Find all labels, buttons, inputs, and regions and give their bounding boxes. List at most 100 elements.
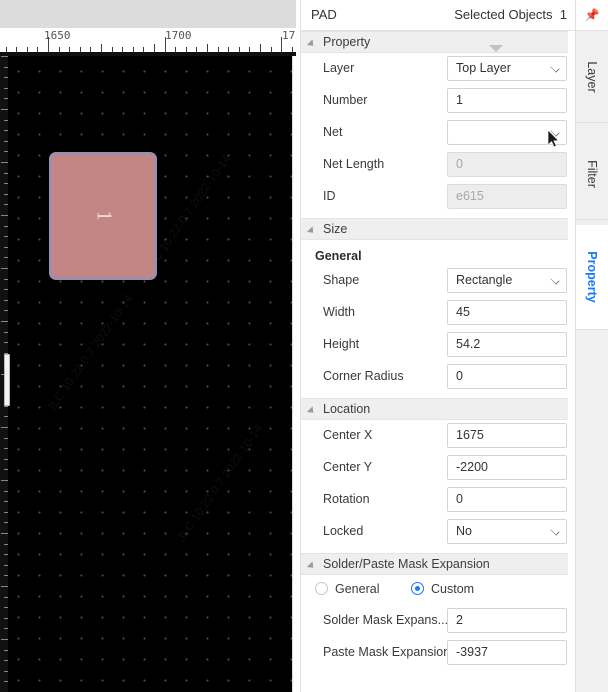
chevron-down-icon	[550, 275, 560, 285]
input-width[interactable]: 45	[447, 300, 567, 325]
field-row: Layer Top Layer	[301, 45, 575, 85]
ruler-tick-vertical	[4, 522, 8, 523]
ruler-tick-vertical	[1, 109, 8, 110]
radio-general[interactable]	[315, 582, 328, 595]
field-row: ID e615	[301, 181, 575, 213]
ruler-tick-vertical	[4, 406, 8, 407]
section-title: Size	[323, 222, 348, 236]
select-net[interactable]	[447, 120, 567, 145]
ruler-tick-vertical	[4, 226, 8, 227]
ruler-tick-vertical	[1, 162, 8, 163]
ruler-tick	[48, 37, 49, 52]
section-header-size[interactable]: Size	[301, 218, 575, 240]
panel-body[interactable]: Property Layer Top Layer Number 1 Net Net Leng…	[301, 31, 575, 692]
field-row: Net	[301, 117, 575, 149]
selected-objects-label: Selected Objects	[454, 7, 553, 22]
ruler-tick-vertical	[1, 639, 8, 640]
field-label: Layer	[323, 61, 355, 75]
ruler-tick-vertical	[1, 480, 8, 481]
ruler-tick-vertical	[4, 120, 8, 121]
field-row: Solder Mask Expans...2mil	[301, 605, 575, 637]
ruler-tick-vertical	[4, 469, 8, 470]
input-height[interactable]: 54.2	[447, 332, 567, 357]
ruler-tick-vertical	[4, 618, 8, 619]
input-paste-mask-expansion[interactable]: -3937	[447, 640, 567, 665]
field-row: Paste Mask Expansion-3937mil	[301, 637, 575, 669]
field-value: 45	[456, 305, 470, 319]
select-shape[interactable]: Rectangle	[447, 268, 567, 293]
input-center-x[interactable]: 1675	[447, 423, 567, 448]
field-wrapper: -2200	[447, 455, 567, 480]
pcb-board-view[interactable]: JLC 10.22.0.7 2022-10-14 JLC 10.22.0.7 2…	[0, 56, 296, 692]
chevron-down-icon	[550, 63, 560, 73]
pin-panel-button[interactable]: 📌	[576, 0, 608, 31]
field-value: 0	[456, 157, 463, 171]
select-locked[interactable]: No	[447, 519, 567, 544]
panel-scrollbar[interactable]	[568, 31, 575, 692]
input-id: e615	[447, 184, 567, 209]
ruler-tick-vertical	[4, 671, 8, 672]
ruler-tick-vertical	[4, 438, 8, 439]
input-corner-radius[interactable]: 0	[447, 364, 567, 389]
input-number[interactable]: 1	[447, 88, 567, 113]
panel-splitter[interactable]	[292, 56, 300, 692]
section-subheading: General	[315, 249, 362, 263]
field-value: 2	[456, 613, 463, 627]
section-header-location[interactable]: Location	[301, 398, 575, 420]
field-wrapper	[447, 120, 567, 145]
ruler-tick-vertical	[4, 575, 8, 576]
ruler-tick-vertical	[4, 141, 8, 142]
ruler-tick-vertical	[4, 501, 8, 502]
chevron-down-icon	[550, 526, 560, 536]
ruler-corner	[0, 0, 296, 28]
ruler-tick-vertical	[4, 607, 8, 608]
field-value: -3937	[456, 645, 488, 659]
field-wrapper: 1675	[447, 423, 567, 448]
ruler-tick-vertical	[4, 310, 8, 311]
pcb-canvas-area[interactable]: 1650 1700 17 JLC 10.22.0.7 2022-10-14 JLC …	[0, 0, 296, 692]
ruler-tick-vertical	[1, 427, 8, 428]
field-value: Rectangle	[456, 273, 513, 287]
field-label: Solder Mask Expans...	[323, 613, 449, 627]
ruler-tick-vertical	[4, 628, 8, 629]
panel-splitter-grip[interactable]	[4, 354, 10, 406]
tab-label: Filter	[585, 159, 599, 188]
section-header-mask[interactable]: Solder/Paste Mask Expansion	[301, 553, 575, 575]
tab-property[interactable]: Property	[576, 225, 608, 330]
ruler-tick-vertical	[4, 681, 8, 682]
field-value: 54.2	[456, 337, 481, 351]
tab-layer[interactable]: Layer	[576, 31, 608, 123]
ruler-tick-vertical	[1, 56, 8, 57]
ruler-tick-vertical	[1, 268, 8, 269]
field-wrapper: 54.2	[447, 332, 567, 357]
ruler-tick-vertical	[4, 279, 8, 280]
input-solder-mask-expans[interactable]: 2	[447, 608, 567, 633]
field-wrapper: e615	[447, 184, 567, 209]
field-value: -2200	[456, 460, 488, 474]
field-row: Rotation 0	[301, 484, 575, 516]
radio-label-custom: Custom	[431, 582, 475, 596]
field-wrapper: 0	[447, 152, 567, 177]
radio-custom[interactable]	[411, 582, 424, 595]
ruler-tick-vertical	[4, 183, 8, 184]
select-layer[interactable]: Top Layer	[447, 56, 567, 81]
ruler-tick-vertical	[4, 88, 8, 89]
pcb-pad-object[interactable]: 1	[49, 152, 157, 280]
ruler-tick-vertical	[4, 544, 8, 545]
panel-resize-handle-icon[interactable]	[489, 45, 503, 52]
pin-icon: 📌	[584, 8, 600, 22]
field-label: Corner Radius	[323, 369, 404, 383]
field-value: e615	[456, 189, 484, 203]
section-title: Property	[323, 35, 371, 49]
section-header-property[interactable]: Property	[301, 31, 575, 53]
ruler-tick-vertical	[4, 491, 8, 492]
field-wrapper: 2	[447, 608, 567, 633]
radio-label-general: General	[335, 582, 380, 596]
input-rotation[interactable]: 0	[447, 487, 567, 512]
ruler-tick-vertical	[4, 650, 8, 651]
field-value: No	[456, 524, 472, 538]
tab-filter[interactable]: Filter	[576, 128, 608, 220]
right-tab-strip: 📌 Layer Filter Property	[575, 0, 608, 692]
horizontal-ruler[interactable]: 1650 1700 17	[0, 28, 296, 56]
input-center-y[interactable]: -2200	[447, 455, 567, 480]
